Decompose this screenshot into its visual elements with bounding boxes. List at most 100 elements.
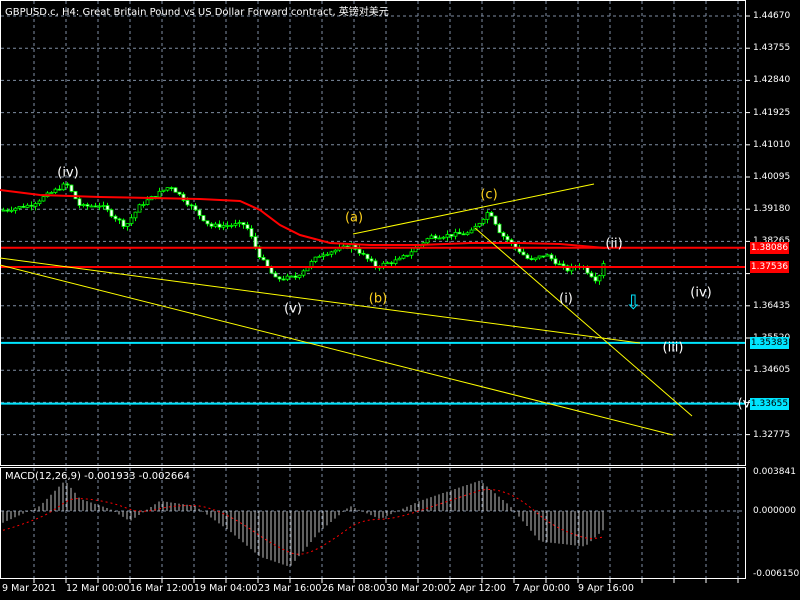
- candle-body: [385, 262, 390, 265]
- candle-body: [57, 188, 62, 191]
- chart-canvas[interactable]: [0, 0, 800, 600]
- candle-body: [461, 233, 466, 236]
- candle-body: [13, 207, 18, 211]
- price-axis-label: 1.34605: [753, 365, 791, 376]
- macd-frame: [0, 467, 746, 579]
- price-axis-label: 1.40095: [753, 172, 791, 182]
- candle-body: [173, 187, 178, 193]
- candle-body: [493, 215, 498, 225]
- candle-body: [329, 251, 334, 255]
- candle-body: [209, 223, 214, 227]
- time-axis-label: 19 Mar 04:00: [194, 583, 258, 594]
- candle-body: [465, 232, 470, 235]
- wave-label: (iv): [690, 285, 712, 301]
- candle-body: [293, 275, 298, 278]
- candle-body: [133, 211, 138, 219]
- price-axis-label: 1.41010: [753, 139, 791, 150]
- time-axis-label: 9 Apr 16:00: [578, 583, 634, 594]
- candle-body: [405, 254, 410, 257]
- candle-body: [245, 224, 250, 229]
- candle-body: [105, 205, 110, 211]
- candle-body: [289, 275, 294, 278]
- candle-body: [1, 209, 6, 212]
- candle-body: [37, 200, 42, 205]
- candle-body: [73, 190, 78, 200]
- wave-label: (a): [344, 210, 364, 226]
- candle-body: [317, 255, 322, 258]
- wave-label: (v): [284, 301, 302, 317]
- trend-line: [0, 264, 674, 436]
- candle-body: [545, 254, 550, 257]
- candle-body: [397, 257, 402, 261]
- candle-body: [389, 262, 394, 265]
- wave-label: (ii): [605, 236, 623, 252]
- candle-body: [237, 222, 242, 225]
- candle-body: [213, 223, 218, 227]
- time-axis-label: 26 Mar 08:00: [322, 583, 386, 594]
- candle-body: [369, 258, 374, 262]
- candle-body: [401, 255, 406, 259]
- price-axis-label: 1.41925: [753, 107, 791, 118]
- candle-body: [425, 238, 430, 244]
- candle-body: [233, 223, 238, 226]
- candle-body: [601, 263, 606, 277]
- candle-body: [77, 198, 82, 206]
- price-axis-label: 1.43755: [753, 43, 791, 54]
- candle-body: [593, 276, 598, 282]
- candle-body: [221, 225, 226, 228]
- candle-body: [589, 272, 594, 278]
- candle-body: [453, 231, 458, 237]
- candle-body: [449, 234, 454, 237]
- wave-label: (iii): [662, 340, 684, 356]
- time-axis-label: 23 Mar 16:00: [258, 583, 322, 594]
- candle-body: [189, 204, 194, 207]
- candle-body: [313, 256, 318, 262]
- candle-body: [241, 222, 246, 226]
- wave-label: (v: [737, 396, 751, 412]
- candle-body: [197, 209, 202, 216]
- candle-body: [253, 236, 258, 248]
- candle-body: [285, 275, 290, 280]
- candle-body: [93, 205, 98, 208]
- candle-body: [201, 215, 206, 222]
- candle-body: [561, 263, 566, 267]
- candle-body: [53, 188, 58, 193]
- candle-body: [277, 276, 282, 280]
- candle-body: [429, 235, 434, 240]
- time-axis-label: 2 Apr 12:00: [450, 583, 506, 594]
- down-arrow-icon: ⇩: [625, 290, 642, 314]
- candle-body: [297, 274, 302, 278]
- candle-body: [33, 203, 38, 207]
- time-axis-label: 12 Mar 00:00: [66, 583, 130, 594]
- candle-body: [229, 224, 234, 227]
- candle-body: [393, 259, 398, 264]
- candle-body: [193, 205, 198, 211]
- time-axis-label: 9 Mar 2021: [2, 583, 57, 594]
- candle-body: [325, 253, 330, 256]
- candle-body: [497, 223, 502, 234]
- candle-body: [97, 205, 102, 208]
- candle-body: [549, 254, 554, 260]
- candle-body: [521, 251, 526, 256]
- candle-body: [281, 278, 286, 281]
- candle-body: [121, 219, 126, 227]
- candle-body: [137, 204, 142, 213]
- candle-body: [477, 222, 482, 227]
- candle-body: [533, 257, 538, 261]
- candle-body: [41, 196, 46, 202]
- candle-body: [585, 266, 590, 274]
- candle-body: [433, 235, 438, 239]
- candle-body: [365, 253, 370, 260]
- macd-label-zero: 0.000000: [753, 506, 796, 516]
- candle-body: [161, 189, 166, 192]
- candle-body: [409, 251, 414, 256]
- price-axis-label: 1.36435: [753, 300, 791, 311]
- candle-body: [177, 191, 182, 195]
- candle-body: [557, 263, 562, 266]
- wave-label: (iv): [57, 165, 79, 181]
- candle-body: [541, 255, 546, 258]
- candle-body: [441, 236, 446, 239]
- candle-body: [217, 223, 222, 228]
- wave-label: (i): [559, 291, 573, 307]
- candle-body: [469, 229, 474, 234]
